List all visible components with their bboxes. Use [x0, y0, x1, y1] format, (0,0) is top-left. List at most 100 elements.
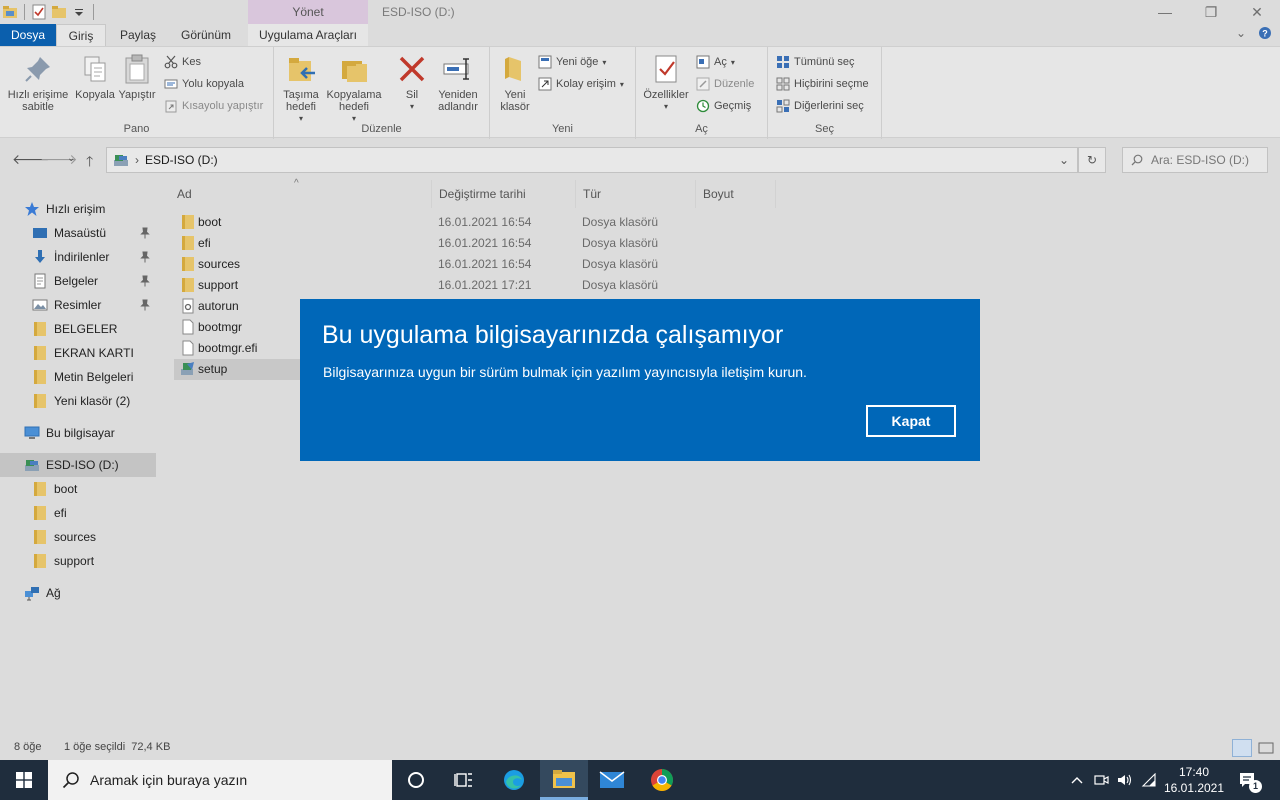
table-row[interactable]: efi 16.01.2021 16:54 Dosya klasörü — [174, 233, 774, 254]
volume-icon[interactable] — [1114, 760, 1136, 800]
select-all-button[interactable]: Tümünü seç — [776, 55, 855, 69]
nav-item-downloads[interactable]: İndirilenler — [0, 245, 156, 269]
table-row[interactable]: sources 16.01.2021 16:54 Dosya klasörü — [174, 254, 774, 275]
new-item-button[interactable]: Yeni öğe ▾ — [538, 55, 606, 69]
rename-button[interactable]: Yeniden adlandır — [430, 53, 486, 113]
up-arrow-icon[interactable]: 🡑 — [86, 151, 93, 175]
chevron-down-icon: ▾ — [602, 57, 607, 67]
tab-view[interactable]: Görünüm — [172, 24, 240, 46]
copy-button[interactable]: Kopyala — [72, 53, 118, 101]
folder-icon — [182, 236, 194, 250]
tab-app-tools[interactable]: Uygulama Araçları — [248, 24, 368, 46]
folder-icon — [182, 257, 194, 271]
history-button[interactable]: Geçmiş — [696, 99, 751, 113]
select-none-button[interactable]: Hiçbirini seçme — [776, 77, 869, 91]
taskbar-file-explorer[interactable] — [540, 760, 588, 800]
new-folder-button[interactable]: Yeni klasör — [494, 53, 536, 113]
select-none-icon — [776, 77, 790, 91]
nav-item-desktop[interactable]: Masaüstü — [0, 221, 156, 245]
properties-button[interactable]: Özellikler ▾ — [640, 53, 692, 113]
nav-network[interactable]: Ağ — [0, 581, 156, 605]
nav-drive-child-sources[interactable]: sources — [0, 525, 156, 549]
nav-this-pc[interactable]: Bu bilgisayar — [0, 421, 156, 445]
status-bar: 8 öğe 1 öğe seçildi 72,4 KB — [0, 736, 1280, 760]
nav-item-belgeler-folder[interactable]: BELGELER — [0, 317, 156, 341]
copy-to-button[interactable]: Kopyalama hedefi ▾ — [324, 53, 384, 125]
explorer-app-icon[interactable] — [2, 4, 18, 20]
address-dropdown-icon[interactable]: ⌄ — [1059, 153, 1069, 167]
nav-item-yeni-klasor[interactable]: Yeni klasör (2) — [0, 389, 156, 413]
taskbar-edge[interactable] — [490, 760, 538, 800]
nav-drive-child-boot[interactable]: boot — [0, 477, 156, 501]
group-label-new: Yeni — [551, 123, 573, 135]
chevron-down-icon[interactable]: ⌄ — [1236, 26, 1246, 43]
details-view-icon[interactable] — [1232, 739, 1252, 757]
paste-icon — [125, 54, 149, 84]
sort-ascending-icon: ^ — [294, 178, 299, 189]
cut-button[interactable]: Kes — [164, 55, 201, 69]
nav-drive-esd-iso[interactable]: ESD-ISO (D:) — [0, 453, 156, 477]
new-folder-qat-icon[interactable] — [51, 4, 67, 20]
minimize-button[interactable]: — — [1142, 0, 1188, 24]
taskbar-clock[interactable]: 17:40 16.01.2021 — [1160, 764, 1228, 796]
table-row[interactable]: support 16.01.2021 17:21 Dosya klasörü — [174, 275, 774, 296]
start-button[interactable] — [0, 760, 48, 800]
nav-drive-child-efi[interactable]: efi — [0, 501, 156, 525]
taskbar-mail[interactable] — [588, 760, 636, 800]
tab-home[interactable]: Giriş — [56, 24, 106, 46]
close-window-button[interactable]: ✕ — [1234, 0, 1280, 24]
action-center-button[interactable]: 1 — [1234, 760, 1262, 800]
help-icon[interactable]: ? — [1258, 26, 1272, 43]
qat-dropdown-icon[interactable] — [71, 4, 87, 20]
search-box[interactable]: Ara: ESD-ISO (D:) — [1122, 147, 1268, 173]
taskbar: Aramak için buraya yazın 17:40 16.01.202… — [0, 760, 1280, 800]
nav-item-ekran-karti[interactable]: EKRAN KARTI — [0, 341, 156, 365]
setup-installer-icon — [181, 362, 194, 375]
breadcrumb[interactable]: ESD-ISO (D:) — [145, 153, 218, 167]
column-header-modified[interactable]: Değiştirme tarihi — [432, 180, 576, 208]
pictures-icon — [32, 299, 48, 311]
pin-quick-access-button[interactable]: Hızlı erişime sabitle — [4, 53, 72, 113]
open-button[interactable]: Aç ▾ — [696, 55, 735, 69]
ribbon: Hızlı erişime sabitle Kopyala Yapıştır K… — [0, 46, 1280, 139]
nav-item-pictures[interactable]: Resimler — [0, 293, 156, 317]
column-header-name[interactable]: Ad ^ — [170, 178, 432, 208]
tab-share[interactable]: Paylaş — [110, 24, 166, 46]
pin-icon — [140, 251, 150, 263]
nav-item-documents[interactable]: Belgeler — [0, 269, 156, 293]
copy-folder-icon — [342, 61, 367, 82]
taskbar-chrome[interactable] — [638, 760, 686, 800]
edit-button[interactable]: Düzenle — [696, 77, 754, 91]
nav-drive-child-support[interactable]: support — [0, 549, 156, 573]
wifi-icon[interactable] — [1138, 760, 1160, 800]
recent-locations-chevron-icon[interactable]: ⌄ — [67, 153, 75, 164]
folder-icon — [34, 394, 46, 408]
cortana-button[interactable] — [392, 760, 440, 800]
properties-qat-icon[interactable] — [31, 4, 47, 20]
show-hidden-icons-chevron-icon[interactable] — [1066, 760, 1088, 800]
delete-button[interactable]: Sil ▾ — [394, 53, 430, 113]
app-cannot-run-dialog: Bu uygulama bilgisayarınızda çalışamıyor… — [300, 299, 980, 461]
refresh-button[interactable]: ↻ — [1078, 147, 1106, 173]
copy-path-button[interactable]: Yolu kopyala — [164, 77, 244, 91]
paste-shortcut-button[interactable]: Kısayolu yapıştır — [164, 99, 263, 113]
task-view-button[interactable] — [440, 760, 488, 800]
tab-file[interactable]: Dosya — [0, 24, 56, 46]
dialog-close-button[interactable]: Kapat — [866, 405, 956, 437]
large-icons-view-icon[interactable] — [1256, 739, 1276, 757]
invert-selection-button[interactable]: Diğerlerini seç — [776, 99, 864, 113]
folder-icon — [34, 322, 46, 336]
nav-quick-access[interactable]: Hızlı erişim — [0, 197, 156, 221]
paste-button[interactable]: Yapıştır — [116, 53, 158, 101]
meet-now-icon[interactable] — [1090, 760, 1112, 800]
desktop-icon — [33, 228, 47, 238]
nav-item-metin-belgeleri[interactable]: Metin Belgeleri — [0, 365, 156, 389]
easy-access-button[interactable]: Kolay erişim ▾ — [538, 77, 624, 91]
table-row[interactable]: boot 16.01.2021 16:54 Dosya klasörü — [174, 212, 774, 233]
move-to-button[interactable]: Taşıma hedefi ▾ — [278, 53, 324, 125]
address-bar[interactable]: › ESD-ISO (D:) ⌄ — [106, 147, 1078, 173]
taskbar-search[interactable]: Aramak için buraya yazın — [48, 760, 392, 800]
column-header-type[interactable]: Tür — [576, 180, 696, 208]
column-header-size[interactable]: Boyut — [696, 180, 776, 208]
maximize-button[interactable]: ❐ — [1188, 0, 1234, 24]
